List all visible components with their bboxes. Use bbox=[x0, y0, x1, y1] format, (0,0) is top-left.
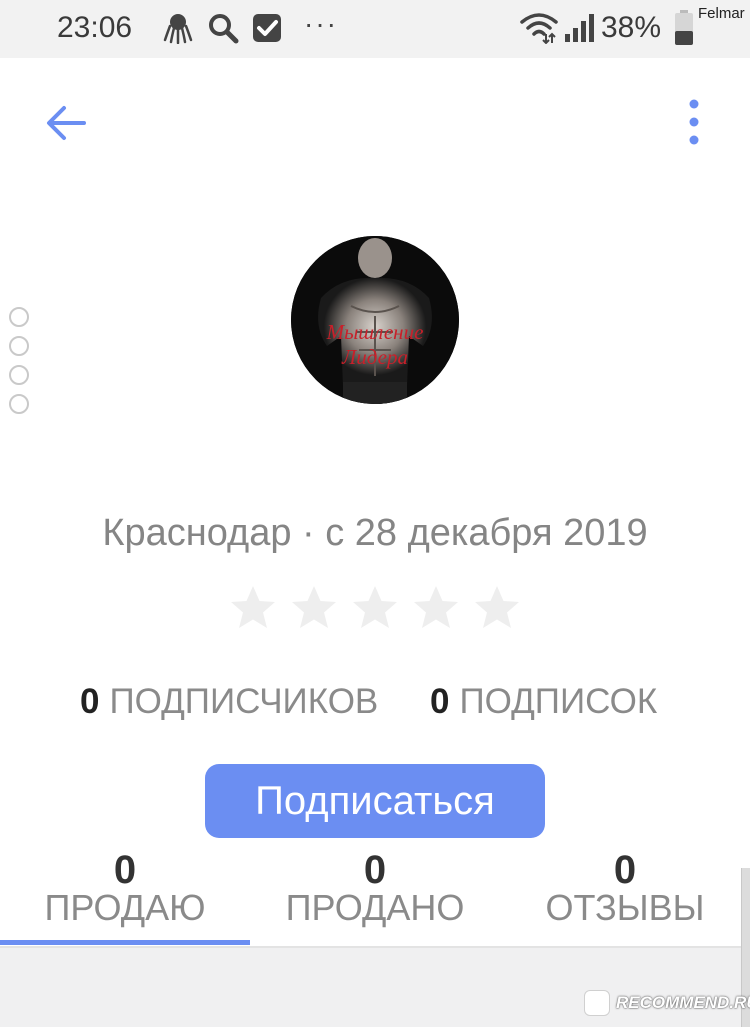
status-bar: 23:06 ··· 38% Felmar bbox=[0, 0, 750, 58]
watermark-text: RECOMMEND.RU bbox=[616, 993, 750, 1012]
star-empty-icon bbox=[475, 586, 519, 628]
indicator-dot bbox=[9, 365, 29, 385]
more-vertical-icon bbox=[689, 99, 699, 145]
avatar-caption-line1: Мышление bbox=[326, 320, 424, 344]
battery-percent: 38% bbox=[601, 11, 662, 44]
subscribe-button[interactable]: Подписаться bbox=[205, 764, 545, 838]
follow-counts: 0 ПОДПИСЧИКОВ 0 ПОДПИСОК bbox=[0, 682, 750, 728]
search-icon bbox=[207, 12, 239, 49]
tab-label: ОТЗЫВЫ bbox=[545, 887, 705, 928]
more-notifications-indicator: ··· bbox=[304, 8, 338, 39]
followers-link[interactable]: 0 ПОДПИСЧИКОВ bbox=[80, 682, 378, 722]
star-empty-icon bbox=[292, 586, 336, 628]
star-empty-icon bbox=[353, 586, 397, 628]
followers-count: 0 bbox=[80, 682, 100, 721]
following-link[interactable]: 0 ПОДПИСОК bbox=[430, 682, 657, 722]
indicator-dot bbox=[9, 394, 29, 414]
avatar-caption-line2: Лидера bbox=[341, 345, 408, 369]
back-button[interactable] bbox=[44, 100, 90, 146]
following-count: 0 bbox=[430, 682, 450, 721]
following-label: ПОДПИСОК bbox=[459, 682, 658, 721]
watermark: RECOMMEND.RU bbox=[584, 990, 750, 1016]
checkbox-icon bbox=[251, 12, 283, 49]
profile-tabs: 0 ПРОДАЮ 0 ПРОДАНО 0 ОТЗЫВЫ bbox=[0, 842, 750, 946]
battery-icon bbox=[674, 10, 694, 51]
tab-label: ПРОДАНО bbox=[285, 887, 465, 928]
star-empty-icon bbox=[231, 586, 275, 628]
watermark-logo-icon bbox=[584, 990, 610, 1016]
tab-sold[interactable]: 0 ПРОДАНО bbox=[250, 842, 500, 946]
star-empty-icon bbox=[414, 586, 458, 628]
arrow-left-icon bbox=[47, 106, 86, 140]
profile-avatar[interactable]: Мышление Лидера bbox=[291, 236, 459, 404]
wifi-icon bbox=[519, 10, 559, 49]
tab-reviews[interactable]: 0 ОТЗЫВЫ bbox=[500, 842, 750, 946]
side-page-indicators bbox=[9, 307, 33, 423]
more-options-button[interactable] bbox=[682, 98, 706, 148]
octopus-icon bbox=[163, 12, 193, 49]
signal-icon bbox=[564, 14, 594, 47]
rating-stars bbox=[228, 583, 528, 639]
corner-username: Felmar bbox=[698, 5, 745, 22]
status-time: 23:06 bbox=[57, 11, 133, 44]
indicator-dot bbox=[9, 336, 29, 356]
active-tab-indicator bbox=[0, 940, 250, 945]
tab-selling[interactable]: 0 ПРОДАЮ bbox=[0, 842, 250, 946]
followers-label: ПОДПИСЧИКОВ bbox=[109, 682, 379, 721]
indicator-dot bbox=[9, 307, 29, 327]
location-since-text: Краснодар · с 28 декабря 2019 bbox=[102, 512, 648, 554]
tab-label: ПРОДАЮ bbox=[44, 887, 206, 928]
